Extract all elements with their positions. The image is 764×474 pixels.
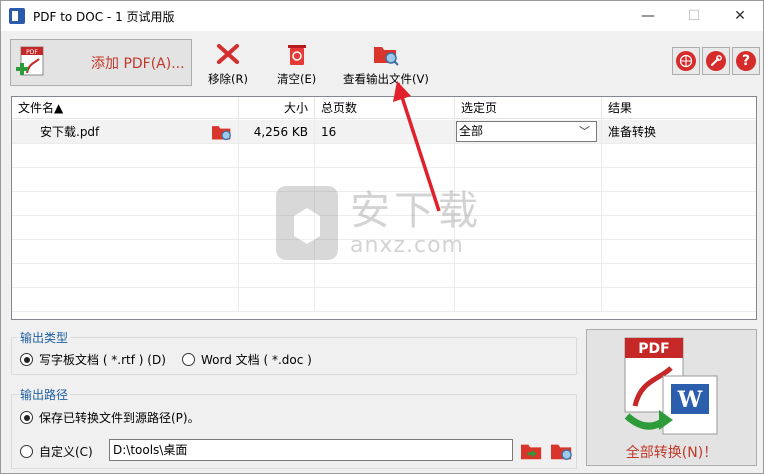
- window-controls: — ☐ ✕: [625, 1, 763, 31]
- open-folder-icon[interactable]: [210, 122, 234, 144]
- title-bar: PDF to DOC - 1 页试用版 — ☐ ✕: [1, 1, 763, 31]
- output-custom-radio[interactable]: 自定义(C): [20, 443, 93, 460]
- radio-doc[interactable]: [182, 353, 195, 366]
- radio-custom[interactable]: [20, 445, 33, 458]
- add-pdf-label: 添加 PDF(A)...: [91, 55, 185, 72]
- convert-all-button[interactable]: PDF W 全部转换(N)！: [586, 329, 757, 466]
- table-row[interactable]: 安下载.pdf 4,256 KB 16 全部 ﹀ 准备转换: [12, 120, 756, 144]
- open-path-button[interactable]: [549, 439, 575, 463]
- header-filename[interactable]: 文件名▲: [12, 97, 239, 119]
- header-size[interactable]: 大小: [239, 97, 315, 119]
- file-table[interactable]: 文件名▲ 大小 总页数 选定页 结果 安下载.pdf 4,256 KB 16 全…: [11, 96, 757, 320]
- folder-search-icon: [551, 444, 572, 460]
- row-pages: 16: [315, 120, 455, 144]
- recycle-bin-icon: [283, 41, 311, 67]
- browse-folder-button[interactable]: [519, 439, 545, 463]
- header-pages[interactable]: 总页数: [315, 97, 455, 119]
- radio-rtf[interactable]: [20, 353, 33, 366]
- radio-source[interactable]: [20, 411, 33, 424]
- settings-button[interactable]: [702, 47, 730, 75]
- svg-text:PDF: PDF: [638, 341, 669, 357]
- folder-open-icon: [521, 444, 542, 460]
- row-selected-pages-cell: 全部 ﹀: [455, 120, 602, 144]
- row-result: 准备转换: [608, 125, 657, 139]
- folder-search-icon: [372, 41, 400, 67]
- output-type-title: 输出类型: [18, 329, 71, 346]
- wrench-icon: [706, 51, 726, 71]
- remove-button[interactable]: 移除(R): [208, 41, 248, 87]
- app-window: PDF to DOC - 1 页试用版 — ☐ ✕ PDF 添加 PDF(A).…: [0, 0, 764, 474]
- page-range-select[interactable]: 全部 ﹀: [456, 121, 597, 142]
- remove-label: 移除(R): [208, 72, 248, 86]
- svg-text:PDF: PDF: [26, 49, 38, 56]
- table-header: 文件名▲ 大小 总页数 选定页 结果: [12, 97, 756, 119]
- row-filename: 安下载.pdf: [40, 125, 100, 139]
- output-source-radio[interactable]: 保存已转换文件到源路径(P)。: [20, 409, 200, 426]
- view-output-button[interactable]: 查看输出文件(V): [343, 41, 429, 87]
- toolbar: PDF 添加 PDF(A)... 移除(R) 清空(E) 查看输出文件(V) ?: [1, 31, 763, 93]
- clear-button[interactable]: 清空(E): [277, 41, 316, 87]
- output-rtf-label: 写字板文档 ( *.rtf ) (D): [39, 353, 166, 367]
- empty-row: [12, 240, 756, 264]
- header-selected-pages[interactable]: 选定页: [455, 97, 602, 119]
- window-title: PDF to DOC - 1 页试用版: [33, 9, 175, 24]
- clear-label: 清空(E): [277, 72, 317, 86]
- output-doc-radio[interactable]: Word 文档 ( *.doc ): [182, 351, 312, 368]
- empty-row: [12, 168, 756, 192]
- output-rtf-radio[interactable]: 写字板文档 ( *.rtf ) (D): [20, 351, 166, 368]
- convert-all-label: 全部转换(N)！: [625, 445, 718, 461]
- remove-x-icon: [214, 41, 242, 67]
- empty-row: [12, 264, 756, 288]
- custom-path-input[interactable]: D:\tools\桌面: [109, 439, 513, 461]
- website-button[interactable]: [672, 47, 700, 75]
- row-size: 4,256 KB: [239, 120, 315, 144]
- pdf-to-word-icon: PDF W: [624, 337, 718, 435]
- output-doc-label: Word 文档 ( *.doc ): [201, 353, 312, 367]
- empty-row: [12, 288, 756, 312]
- svg-text:W: W: [677, 387, 703, 413]
- row-filename-cell: 安下载.pdf: [12, 120, 239, 144]
- output-path-title: 输出路径: [18, 386, 71, 403]
- maximize-button[interactable]: ☐: [671, 1, 717, 31]
- app-logo-icon: [9, 8, 25, 24]
- empty-row: [12, 144, 756, 168]
- page-range-value: 全部: [459, 124, 484, 138]
- minimize-button[interactable]: —: [625, 1, 671, 31]
- add-pdf-icon: PDF: [15, 45, 49, 81]
- help-button[interactable]: ?: [732, 47, 760, 75]
- chevron-down-icon: ﹀: [579, 125, 590, 138]
- header-result[interactable]: 结果: [602, 97, 756, 119]
- add-pdf-button[interactable]: PDF 添加 PDF(A)...: [10, 39, 192, 86]
- output-custom-label: 自定义(C): [39, 445, 93, 459]
- empty-row: [12, 192, 756, 216]
- help-icon: ?: [736, 51, 756, 71]
- empty-row: [12, 216, 756, 240]
- globe-icon: [676, 51, 696, 71]
- output-source-label: 保存已转换文件到源路径(P)。: [39, 411, 200, 425]
- view-output-label: 查看输出文件(V): [343, 72, 429, 86]
- close-button[interactable]: ✕: [717, 1, 763, 31]
